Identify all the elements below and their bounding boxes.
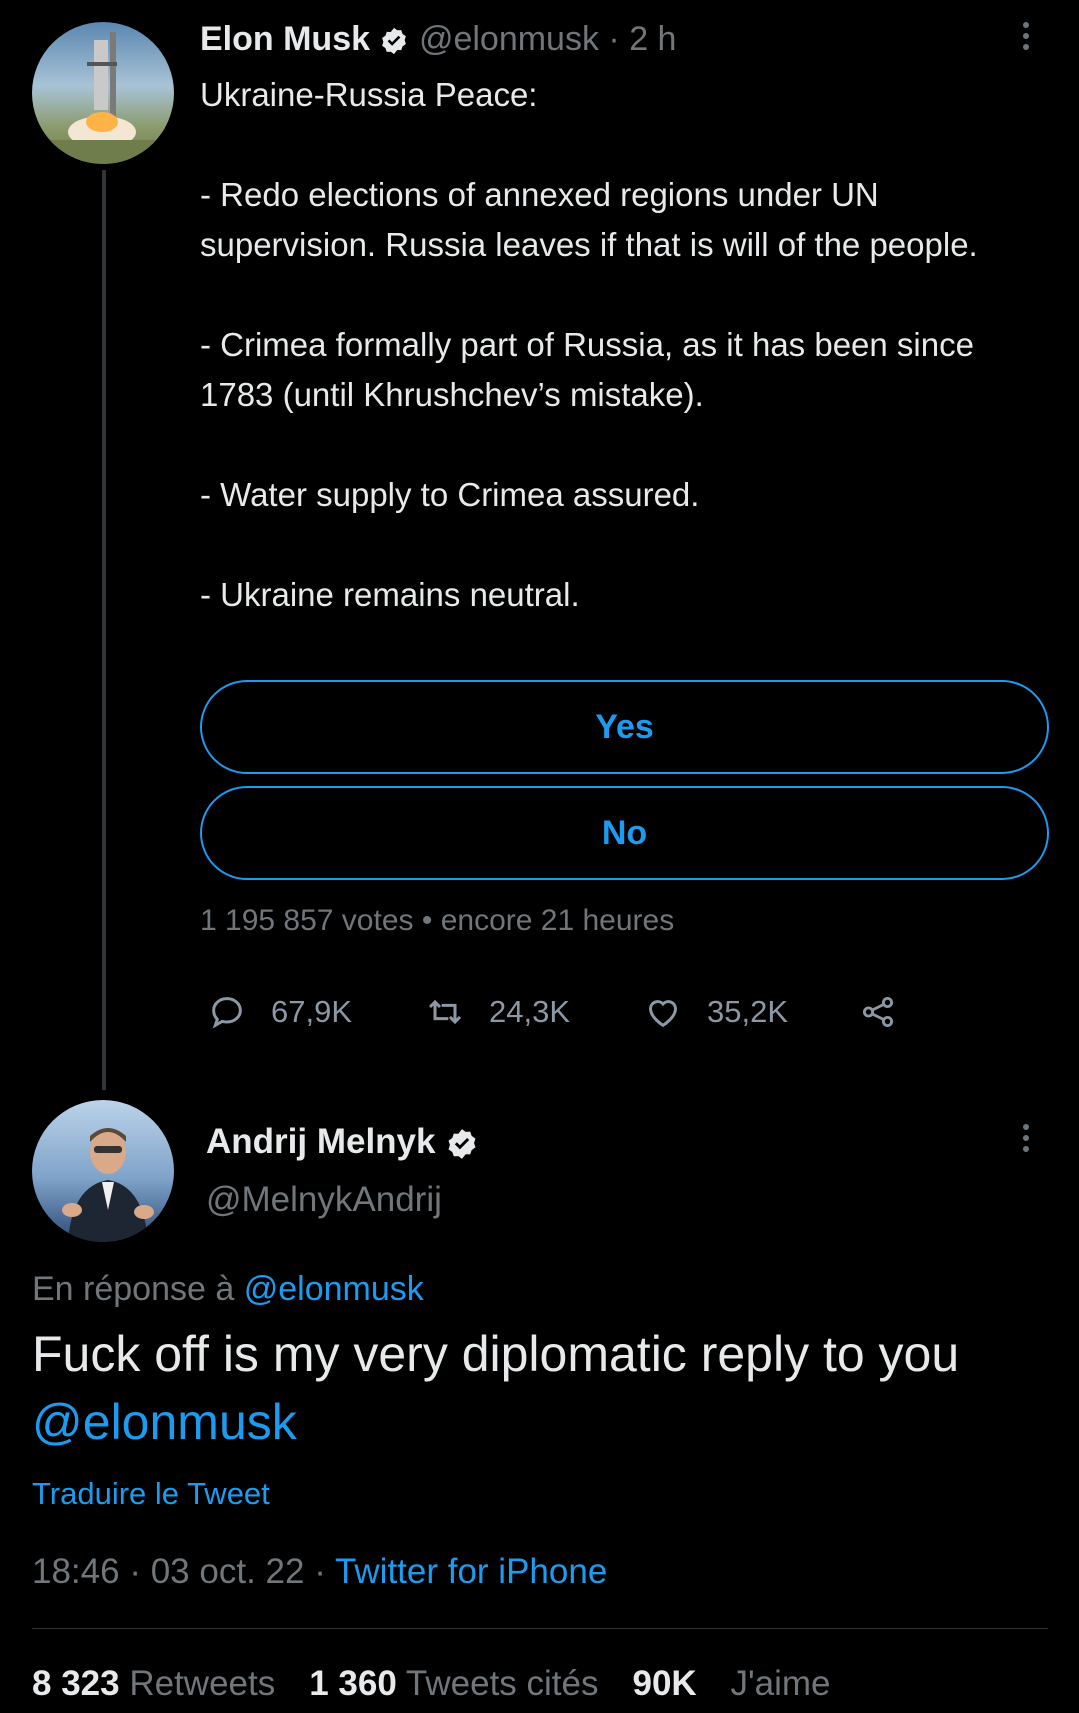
share-icon — [862, 996, 894, 1028]
reply-mention[interactable]: @elonmusk — [32, 1394, 297, 1450]
tweet-paragraph: Ukraine-Russia Peace: — [200, 76, 538, 113]
tweet-paragraph: - Ukraine remains neutral. — [200, 576, 580, 613]
tweet-header: Elon Musk @elonmusk · 2 h — [200, 20, 676, 59]
retweet-button[interactable]: 24,3K — [423, 992, 641, 1032]
reply-time[interactable]: 18:46 — [32, 1552, 120, 1591]
reply-text: Fuck off is my very diplomatic reply to … — [32, 1320, 1052, 1456]
person-portrait-image — [62, 1128, 154, 1242]
likes-label: J'aime — [730, 1664, 831, 1703]
elon-avatar[interactable] — [32, 22, 174, 164]
verified-badge-icon — [382, 27, 407, 55]
tweet-paragraph: - Crimea formally part of Russia, as it … — [200, 326, 974, 413]
tweet-paragraph: - Redo elections of annexed regions unde… — [200, 176, 978, 263]
quotes-stat[interactable]: 1 360 Tweets cités — [309, 1664, 598, 1704]
like-button[interactable]: 35,2K — [641, 992, 859, 1032]
tweet-time[interactable]: 2 h — [629, 20, 676, 58]
poll-bullet: • — [421, 904, 433, 937]
poll-option-no[interactable]: No — [200, 786, 1049, 880]
reply-author-name[interactable]: Andrij Melnyk — [206, 1122, 435, 1161]
rocket-launch-image — [32, 32, 174, 164]
timestamp-separator: · — [314, 1552, 326, 1591]
reply-author-name-row: Andrij Melnyk — [206, 1122, 479, 1162]
stats-divider — [32, 1628, 1048, 1629]
tweet-actions: 67,9K 24,3K 35,2K — [205, 992, 925, 1032]
retweets-stat[interactable]: 8 323 Retweets — [32, 1664, 275, 1704]
timestamp-separator: · — [129, 1552, 141, 1591]
tweet-paragraph: - Water supply to Crimea assured. — [200, 476, 700, 513]
share-button[interactable] — [859, 992, 919, 1032]
reply-count: 67,9K — [271, 994, 353, 1029]
melnyk-avatar[interactable] — [32, 1100, 174, 1242]
quotes-label: Tweets cités — [405, 1664, 599, 1703]
in-reply-to: En réponse à @elonmusk — [32, 1270, 424, 1309]
poll-remaining: encore 21 heures — [440, 904, 675, 937]
like-count: 35,2K — [707, 994, 789, 1029]
more-options-icon[interactable] — [1022, 1124, 1030, 1157]
reply-stats: 8 323 Retweets 1 360 Tweets cités 90K J'… — [32, 1664, 831, 1704]
retweet-count: 24,3K — [489, 994, 571, 1029]
retweets-label: Retweets — [129, 1664, 276, 1703]
translate-link[interactable]: Traduire le Tweet — [32, 1476, 270, 1512]
poll-meta: 1 195 857 votes • encore 21 heures — [200, 904, 674, 938]
retweets-count: 8 323 — [32, 1664, 120, 1703]
reply-timestamp-row: 18:46 · 03 oct. 22 · Twitter for iPhone — [32, 1552, 607, 1592]
tweet-body: Ukraine-Russia Peace: - Redo elections o… — [200, 70, 1000, 620]
author-name[interactable]: Elon Musk — [200, 20, 370, 58]
reply-source[interactable]: Twitter for iPhone — [335, 1552, 607, 1591]
header-separator: · — [608, 20, 620, 58]
in-reply-to-handle[interactable]: @elonmusk — [244, 1270, 424, 1308]
thread-line — [102, 170, 106, 1090]
reply-text-body: Fuck off is my very diplomatic reply to … — [32, 1326, 960, 1382]
reply-author-handle[interactable]: @MelnykAndrij — [206, 1180, 442, 1220]
more-options-icon[interactable] — [1022, 22, 1030, 55]
reply-icon — [212, 997, 242, 1029]
quotes-count: 1 360 — [309, 1664, 397, 1703]
poll-option-yes[interactable]: Yes — [200, 680, 1049, 774]
retweet-icon — [428, 999, 462, 1025]
reply-button[interactable]: 67,9K — [205, 992, 423, 1032]
likes-stat[interactable]: 90K J'aime — [633, 1664, 831, 1704]
likes-count: 90K — [632, 1664, 697, 1703]
heart-icon — [648, 1000, 678, 1028]
author-handle[interactable]: @elonmusk — [419, 20, 599, 58]
reply-date[interactable]: 03 oct. 22 — [151, 1552, 305, 1591]
poll-votes: 1 195 857 votes — [200, 904, 414, 937]
verified-badge-icon — [448, 1128, 476, 1159]
in-reply-to-label: En réponse à — [32, 1270, 235, 1308]
